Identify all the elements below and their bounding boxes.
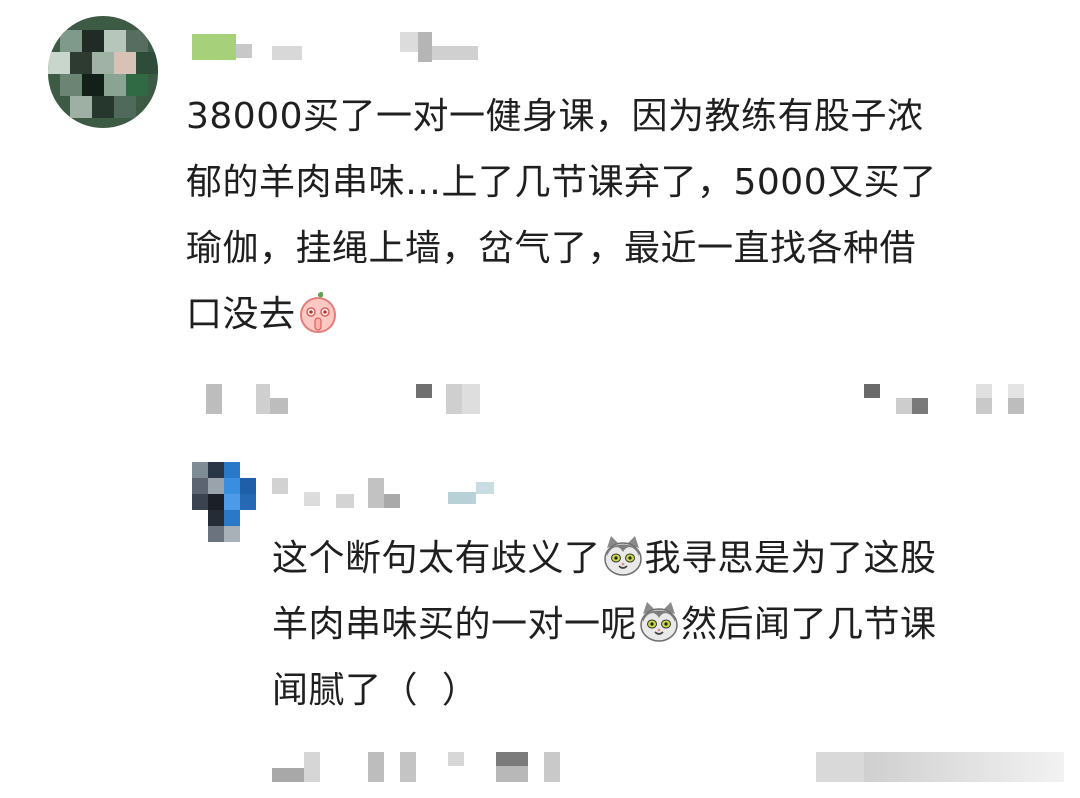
avatar-tile <box>126 30 148 52</box>
reply-action[interactable] <box>496 752 528 766</box>
avatar-tile <box>48 52 70 74</box>
comment-line: 郁的羊肉串味…上了几节课弃了，5000又买了 <box>186 162 937 203</box>
reply-text: 这个断句太有歧义了 我寻思是为了这股 羊肉串味买的一对一呢 然后闻了几节课 闻腻… <box>272 526 1052 724</box>
username-blur <box>304 492 320 506</box>
like-action[interactable] <box>976 384 992 398</box>
avatar-tile <box>70 52 92 74</box>
avatar-tile <box>240 478 256 494</box>
reply-line: 我寻思是为了这股 <box>644 538 937 579</box>
comment-line: 瑜伽，挂绳上墙，岔气了，最近一直找各种借 <box>186 228 917 269</box>
reply-line: 闻腻了（ ） <box>272 670 479 711</box>
avatar-tile <box>208 526 224 542</box>
meta-blur <box>1008 398 1024 414</box>
avatar-tile <box>92 96 114 118</box>
avatar-tile <box>208 510 224 526</box>
meta-blur <box>304 752 320 782</box>
avatar-tile <box>136 52 158 74</box>
reply-line: 然后闻了几节课 <box>681 604 937 645</box>
username[interactable] <box>272 478 288 494</box>
avatar-tile <box>208 462 224 478</box>
avatar-tile <box>126 74 148 96</box>
meta-blur <box>400 752 416 782</box>
timestamp <box>206 384 222 414</box>
username-blur <box>400 32 418 52</box>
avatar-tile <box>224 462 240 478</box>
username-blur <box>418 32 432 62</box>
peach-shush-emoji-icon <box>296 290 340 334</box>
avatar-tile <box>192 478 208 494</box>
avatar-tile <box>60 74 82 96</box>
avatar-tile <box>114 96 136 118</box>
username-blur <box>336 494 354 508</box>
comment-text: 38000买了一对一健身课，因为教练有股子浓 郁的羊肉串味…上了几节课弃了，50… <box>186 84 1046 348</box>
username-blur <box>432 46 478 60</box>
meta-blur <box>912 398 928 414</box>
meta-blur <box>1008 384 1024 398</box>
avatar-tile <box>224 510 240 526</box>
avatar-tile <box>224 478 240 494</box>
meta-blur <box>496 766 528 782</box>
like-action[interactable] <box>816 752 864 782</box>
reply-line: 这个断句太有歧义了 <box>272 538 601 579</box>
reply-line: 羊肉串味买的一对一呢 <box>272 604 638 645</box>
avatar-tile <box>192 494 208 510</box>
avatar-tile <box>192 462 208 478</box>
username-blur <box>236 44 252 58</box>
meta-blur <box>368 752 384 782</box>
cat-face-emoji-icon <box>601 534 645 578</box>
avatar-tile <box>92 52 114 74</box>
meta-blur <box>896 398 912 414</box>
meta-blur <box>416 384 432 398</box>
username-blur <box>272 46 302 60</box>
avatar[interactable] <box>48 16 158 128</box>
meta-blur <box>256 384 270 414</box>
watermark <box>864 752 1064 782</box>
avatar-tile <box>208 494 224 510</box>
avatar-tile <box>114 52 136 74</box>
meta-blur <box>462 384 480 414</box>
timestamp <box>272 768 304 782</box>
avatar-tile <box>82 30 104 52</box>
comment-line: 口没去 <box>186 294 296 335</box>
meta-blur <box>976 398 992 414</box>
meta-blur <box>544 752 560 782</box>
avatar-tile <box>82 74 104 96</box>
username[interactable] <box>192 34 236 60</box>
avatar[interactable] <box>192 462 258 542</box>
avatar-tile <box>60 30 82 52</box>
comment-line: 38000买了一对一健身课，因为教练有股子浓 <box>186 96 924 137</box>
avatar-tile <box>240 494 256 510</box>
meta-blur <box>270 398 288 414</box>
avatar-tile <box>208 478 224 494</box>
username-blur <box>448 492 476 504</box>
avatar-tile <box>224 526 240 542</box>
meta-blur <box>446 384 462 414</box>
reply-action[interactable] <box>864 384 880 398</box>
avatar-tile <box>104 74 126 96</box>
username-blur <box>368 478 384 508</box>
avatar-tile <box>104 30 126 52</box>
avatar-tile <box>224 494 240 510</box>
cat-face-emoji-icon <box>637 600 681 644</box>
meta-blur <box>448 752 464 766</box>
username-blur <box>384 494 400 508</box>
username-blur <box>476 482 494 494</box>
avatar-tile <box>70 96 92 118</box>
